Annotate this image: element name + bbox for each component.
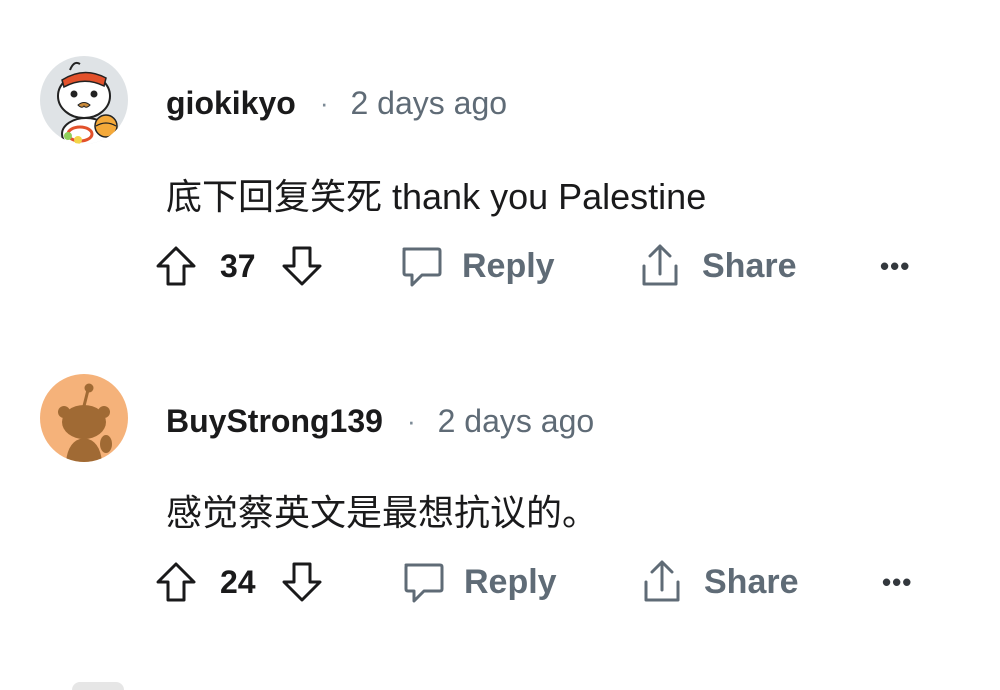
reply-button[interactable]: Reply: [400, 554, 557, 610]
share-label: Share: [704, 562, 799, 601]
downvote-icon[interactable]: [280, 244, 324, 288]
share-label: Share: [702, 246, 797, 285]
more-options-button[interactable]: •••: [882, 554, 912, 610]
comment-body: 底下回复笑死 thank you Palestine: [166, 176, 707, 217]
timestamp[interactable]: 2 days ago: [350, 85, 507, 122]
share-button[interactable]: Share: [638, 554, 799, 610]
reply-button[interactable]: Reply: [398, 238, 555, 294]
more-icon: •••: [882, 566, 913, 597]
next-avatar-partial: [72, 682, 124, 690]
comment-actions: 37 Reply Share •••: [154, 238, 914, 294]
vote-count: 37: [220, 247, 256, 284]
timestamp[interactable]: 2 days ago: [438, 403, 595, 440]
share-icon: [636, 242, 684, 290]
reply-label: Reply: [464, 562, 557, 601]
upvote-icon[interactable]: [154, 244, 198, 288]
comment-meta: BuyStrong139 · 2 days ago: [166, 400, 594, 442]
snoo-avatar-icon: [40, 374, 128, 462]
user-avatar[interactable]: [40, 56, 128, 144]
user-avatar[interactable]: [40, 374, 128, 462]
comment-actions: 24 Reply Share •••: [154, 554, 914, 610]
comment-meta: giokikyo · 2 days ago: [166, 82, 507, 124]
share-icon: [638, 558, 686, 606]
reply-icon: [398, 243, 444, 289]
vote-group: 24: [154, 554, 324, 610]
vote-count: 24: [220, 563, 256, 600]
reply-icon: [400, 559, 446, 605]
more-icon: •••: [880, 250, 911, 281]
comment-body: 感觉蔡英文是最想抗议的。: [166, 492, 599, 533]
upvote-icon[interactable]: [154, 560, 198, 604]
share-button[interactable]: Share: [636, 238, 797, 294]
vote-group: 37: [154, 238, 324, 294]
username[interactable]: giokikyo: [166, 85, 296, 122]
character-avatar-icon: [40, 56, 128, 144]
reply-label: Reply: [462, 246, 555, 285]
more-options-button[interactable]: •••: [880, 238, 910, 294]
username[interactable]: BuyStrong139: [166, 403, 383, 440]
separator-dot: ·: [406, 405, 416, 436]
downvote-icon[interactable]: [280, 560, 324, 604]
separator-dot: ·: [319, 87, 329, 118]
